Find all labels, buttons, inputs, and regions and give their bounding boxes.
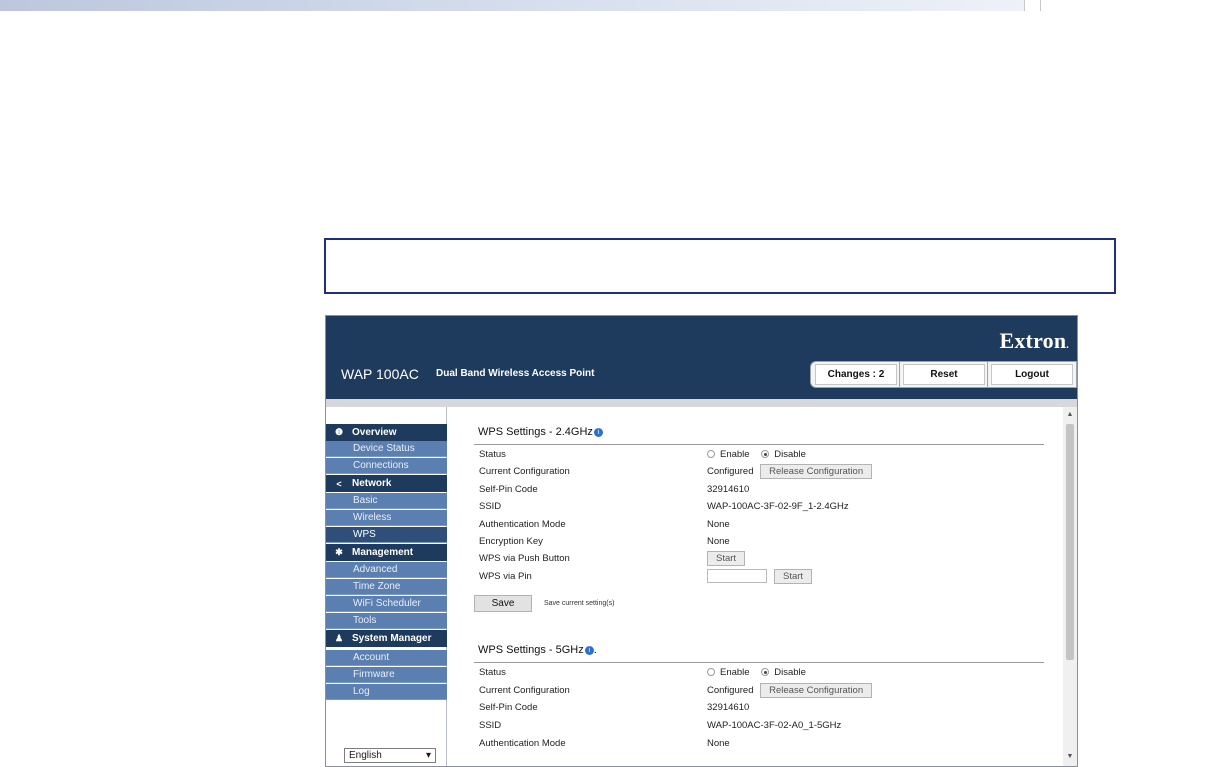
current-configuration-value-5g: Configured Release Configuration (707, 683, 873, 698)
share-icon: < (336, 478, 342, 489)
sidebar-item-connections[interactable]: Connections (326, 458, 447, 474)
authentication-mode-value-5g: None (707, 738, 730, 749)
encryption-key-value: None (707, 536, 730, 547)
nav-section-overview[interactable]: ❶ Overview (326, 424, 447, 441)
subheader-band (326, 399, 1077, 407)
label-self-pin-code: Self-Pin Code (479, 484, 538, 495)
label-wps-pin: WPS via Pin (479, 571, 532, 582)
divider (987, 362, 988, 387)
current-configuration-value: Configured Release Configuration (707, 464, 873, 479)
language-select[interactable]: English ▾ (344, 748, 436, 763)
sidebar-item-advanced[interactable]: Advanced (326, 562, 447, 578)
sidebar-item-time-zone[interactable]: Time Zone (326, 579, 447, 595)
device-subtitle: Dual Band Wireless Access Point (436, 368, 595, 379)
push-button-row: Start (707, 551, 746, 566)
enable-radio[interactable] (707, 450, 715, 458)
save-button[interactable]: Save (474, 595, 532, 612)
divider (899, 362, 900, 387)
reset-button[interactable]: Reset (903, 364, 985, 385)
label-authentication-mode-5g: Authentication Mode (479, 738, 566, 749)
label-current-configuration: Current Configuration (479, 466, 570, 477)
label-ssid: SSID (479, 501, 502, 512)
label-ssid-5g: SSID (479, 720, 502, 731)
gear-icon: ✱ (335, 547, 343, 557)
main-content: WPS Settings - 2.4GHz i Status Enable Dis… (448, 407, 1063, 766)
sidebar-item-device-status[interactable]: Device Status (326, 441, 447, 457)
label-self-pin-code-5g: Self-Pin Code (479, 702, 538, 713)
vertical-scrollbar[interactable]: ▲ ▼ (1063, 407, 1077, 766)
brand-logo: Extron. (999, 328, 1069, 353)
label-status-5g: Status (479, 667, 506, 678)
label-encryption-key: Encryption Key (479, 536, 543, 547)
pin-start-row: Start (774, 569, 813, 584)
wps-24-title: WPS Settings - 2.4GHz i (478, 426, 603, 438)
sidebar-item-firmware[interactable]: Firmware (326, 667, 447, 683)
changes-button[interactable]: Changes : 2 (815, 364, 897, 385)
info-circle-icon: ❶ (334, 427, 344, 437)
authentication-mode-value: None (707, 519, 730, 530)
chevron-down-icon: ▾ (425, 750, 431, 761)
label-current-configuration-5g: Current Configuration (479, 685, 570, 696)
release-configuration-button[interactable]: Release Configuration (760, 464, 873, 479)
divider (474, 444, 1044, 445)
wps-pin-input[interactable] (707, 569, 767, 583)
status-radio-group-5g: Enable Disable (707, 667, 806, 678)
self-pin-code-value: 32914610 (707, 484, 750, 495)
ssid-value: WAP-100AC-3F-02-9F_1-2.4GHz (707, 501, 849, 512)
info-icon[interactable]: i (584, 646, 594, 655)
note-box (324, 238, 1116, 294)
device-model: WAP 100AC (341, 366, 419, 382)
app-screenshot: Extron. WAP 100AC Dual Band Wireless Acc… (325, 315, 1078, 767)
info-icon[interactable]: i (593, 428, 603, 437)
sidebar-item-wps[interactable]: WPS (326, 527, 447, 543)
pin-start-button[interactable]: Start (774, 569, 813, 584)
scroll-up-icon[interactable]: ▲ (1063, 411, 1077, 421)
decorative-tick (1040, 0, 1041, 11)
nav-section-management[interactable]: ✱ Management (326, 544, 447, 561)
sidebar-item-basic[interactable]: Basic (326, 493, 447, 509)
sidebar-item-wifi-scheduler[interactable]: WiFi Scheduler (326, 596, 447, 612)
logout-button[interactable]: Logout (991, 364, 1073, 385)
save-hint: Save current setting(s) (544, 600, 615, 607)
decorative-top-bar (0, 0, 1024, 11)
header-actions: Changes : 2 Reset Logout (810, 361, 1077, 388)
app-header: Extron. WAP 100AC Dual Band Wireless Acc… (326, 316, 1077, 399)
label-wps-push-button: WPS via Push Button (479, 553, 570, 564)
status-radio-group: Enable Disable (707, 449, 806, 460)
release-configuration-button[interactable]: Release Configuration (760, 683, 873, 698)
sidebar-item-wireless[interactable]: Wireless (326, 510, 447, 526)
sidebar: ❶ Overview Device Status Connections < Net… (326, 407, 447, 766)
disable-radio[interactable] (761, 668, 770, 676)
scroll-thumb[interactable] (1066, 424, 1074, 660)
scroll-down-icon[interactable]: ▼ (1063, 753, 1077, 763)
decorative-tick (1024, 0, 1025, 11)
divider (474, 662, 1044, 663)
user-icon: ♟ (334, 633, 344, 643)
nav-section-network[interactable]: < Network (326, 475, 447, 492)
wps-5-title: WPS Settings - 5GHz i. (478, 644, 597, 656)
label-authentication-mode: Authentication Mode (479, 519, 566, 530)
sidebar-item-log[interactable]: Log (326, 684, 447, 700)
label-status: Status (479, 449, 506, 460)
nav-section-system-manager[interactable]: ♟ System Manager (326, 630, 447, 647)
enable-radio[interactable] (707, 668, 715, 676)
ssid-value-5g: WAP-100AC-3F-02-A0_1-5GHz (707, 720, 842, 731)
self-pin-code-value-5g: 32914610 (707, 702, 750, 713)
sidebar-item-tools[interactable]: Tools (326, 613, 447, 629)
sidebar-item-account[interactable]: Account (326, 650, 447, 666)
push-button-start[interactable]: Start (707, 551, 746, 566)
disable-radio[interactable] (761, 450, 770, 458)
